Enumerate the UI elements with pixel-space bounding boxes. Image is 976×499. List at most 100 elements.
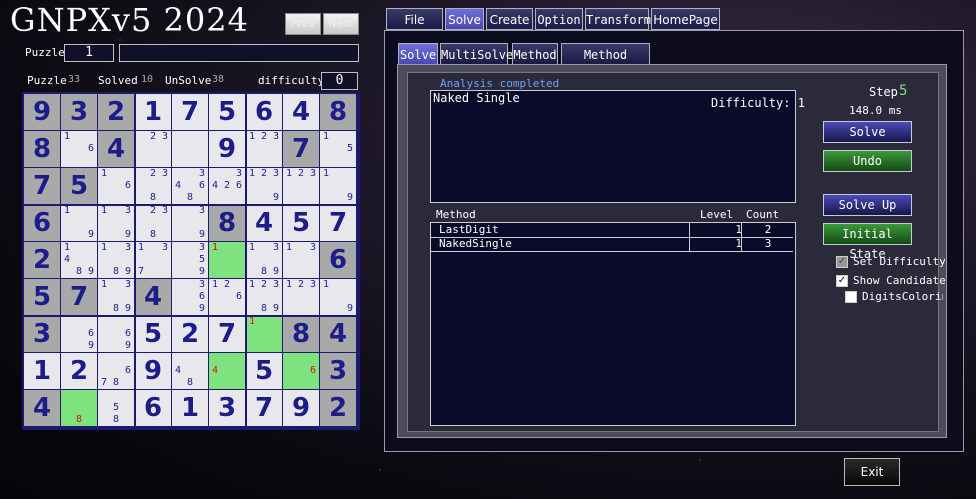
sudoku-cell[interactable]: 2 xyxy=(61,353,97,389)
sudoku-cell[interactable]: 9 xyxy=(24,94,60,130)
sudoku-cell[interactable]: 1 3 9 xyxy=(98,205,134,241)
sudoku-cell[interactable]: 1 3 89 xyxy=(98,242,134,278)
method-list[interactable] xyxy=(430,222,796,426)
sudoku-cell[interactable]: 1 3 89 xyxy=(98,279,134,315)
sudoku-cell[interactable]: 1 xyxy=(24,353,60,389)
list-row[interactable]: NakedSingle 1 3 xyxy=(431,237,793,252)
sudoku-cell[interactable]: 123 xyxy=(246,131,282,167)
sudoku-cell[interactable]: 7 xyxy=(61,279,97,315)
undo-button[interactable]: Undo xyxy=(823,150,912,172)
sudoku-cell[interactable]: 39 xyxy=(172,205,208,241)
digits-coloring-checkbox[interactable] xyxy=(845,291,857,303)
sudoku-cell[interactable]: 23 8 xyxy=(135,205,171,241)
sudoku-cell[interactable]: 1 3 89 xyxy=(246,242,282,278)
sudoku-cell[interactable]: 15 xyxy=(320,131,356,167)
sudoku-cell[interactable] xyxy=(172,131,208,167)
sudoku-cell[interactable]: 3 4 68 xyxy=(172,168,208,204)
sudoku-cell[interactable]: 5 xyxy=(24,279,60,315)
initial-state-button[interactable]: Initial State xyxy=(823,223,912,261)
exit-button[interactable]: Exit xyxy=(844,458,900,486)
sudoku-cell[interactable]: 19 xyxy=(320,279,356,315)
sudoku-cell[interactable]: 8 xyxy=(320,94,356,130)
sudoku-cell[interactable]: 2 xyxy=(98,94,134,130)
sudoku-cell[interactable]: 19 xyxy=(320,168,356,204)
sudoku-cell[interactable]: 3 xyxy=(209,390,245,426)
sudoku-cell[interactable]: 8 xyxy=(209,205,245,241)
next-button[interactable]: Next xyxy=(323,13,359,35)
tab-file[interactable]: File xyxy=(386,8,443,30)
sudoku-cell[interactable]: 5 xyxy=(61,168,97,204)
set-difficulty-checkbox[interactable]: ✓ xyxy=(836,256,848,268)
sudoku-cell[interactable]: 359 xyxy=(172,242,208,278)
sudoku-cell[interactable]: 4 xyxy=(246,205,282,241)
sudoku-cell[interactable]: 7 xyxy=(172,94,208,130)
sudoku-cell[interactable]: 786 xyxy=(98,353,134,389)
subtab-method[interactable]: Method xyxy=(512,43,558,65)
solve-up-button[interactable]: Solve Up xyxy=(823,194,912,216)
prev-button[interactable]: Prev xyxy=(285,13,321,35)
sudoku-cell[interactable]: 6 xyxy=(24,205,60,241)
subtab-multisolve[interactable]: MultiSolve xyxy=(440,43,513,65)
sudoku-cell[interactable]: 7 xyxy=(24,168,60,204)
sudoku-cell[interactable]: 8 xyxy=(61,390,97,426)
sudoku-cell[interactable]: 58 xyxy=(98,390,134,426)
show-candidate-checkbox[interactable]: ✓ xyxy=(836,275,848,287)
sudoku-cell[interactable]: 1489 xyxy=(61,242,97,278)
sudoku-cell[interactable]: 8 xyxy=(283,316,319,352)
sudoku-cell[interactable]: 3 xyxy=(61,94,97,130)
sudoku-cell[interactable]: 4 xyxy=(24,390,60,426)
sudoku-cell[interactable]: 4 xyxy=(283,94,319,130)
sudoku-grid[interactable]: 9321756488164239123715751623834683246123… xyxy=(22,92,360,430)
sudoku-cell[interactable]: 126 xyxy=(209,279,245,315)
sudoku-cell[interactable]: 7 xyxy=(283,131,319,167)
sudoku-cell[interactable]: 5 xyxy=(246,353,282,389)
sudoku-cell[interactable]: 4 xyxy=(209,353,245,389)
sudoku-cell[interactable]: 1 xyxy=(135,94,171,130)
sudoku-cell[interactable]: 5 xyxy=(135,316,171,352)
puzzle-number-input[interactable]: 1 xyxy=(64,44,114,62)
sudoku-cell[interactable]: 6 xyxy=(246,94,282,130)
sudoku-cell[interactable]: 2 xyxy=(172,316,208,352)
sudoku-cell[interactable]: 7 xyxy=(246,390,282,426)
sudoku-cell[interactable]: 4 xyxy=(135,279,171,315)
list-row[interactable]: LastDigit 1 2 xyxy=(431,223,793,238)
sudoku-cell[interactable]: 123 89 xyxy=(246,279,282,315)
subtab-method-option[interactable]: Method Option xyxy=(561,43,650,84)
sudoku-cell[interactable]: 4 xyxy=(98,131,134,167)
tab-solve[interactable]: Solve xyxy=(445,8,484,30)
sudoku-cell[interactable]: 5 xyxy=(283,205,319,241)
sudoku-cell[interactable]: 123 xyxy=(283,279,319,315)
difficulty-field[interactable]: 0 xyxy=(321,72,358,90)
sudoku-cell[interactable]: 9 xyxy=(135,353,171,389)
sudoku-cell[interactable]: 9 xyxy=(283,390,319,426)
solve-button[interactable]: Solve xyxy=(823,121,912,143)
sudoku-cell[interactable]: 7 xyxy=(320,205,356,241)
sudoku-cell[interactable]: 13 xyxy=(283,242,319,278)
sudoku-cell[interactable]: 3 xyxy=(320,353,356,389)
sudoku-cell[interactable]: 4 xyxy=(320,316,356,352)
tab-create[interactable]: Create xyxy=(486,8,533,30)
sudoku-cell[interactable]: 1 xyxy=(246,316,282,352)
sudoku-cell[interactable]: 6 xyxy=(320,242,356,278)
sudoku-cell[interactable]: 5 xyxy=(209,94,245,130)
sudoku-cell[interactable]: 48 xyxy=(172,353,208,389)
sudoku-cell[interactable]: 16 xyxy=(98,168,134,204)
sudoku-cell[interactable]: 1 xyxy=(209,242,245,278)
sudoku-cell[interactable]: 1 xyxy=(172,390,208,426)
sudoku-cell[interactable]: 123 xyxy=(283,168,319,204)
sudoku-cell[interactable]: 123 9 xyxy=(246,168,282,204)
sudoku-cell[interactable]: 23 xyxy=(135,131,171,167)
subtab-solve[interactable]: Solve xyxy=(398,43,438,65)
sudoku-cell[interactable]: 69 xyxy=(98,316,134,352)
sudoku-cell[interactable]: 369 xyxy=(172,279,208,315)
sudoku-cell[interactable]: 23 8 xyxy=(135,168,171,204)
sudoku-cell[interactable]: 8 xyxy=(24,131,60,167)
tab-homepage[interactable]: HomePage xyxy=(651,8,720,30)
sudoku-cell[interactable]: 6 xyxy=(283,353,319,389)
sudoku-cell[interactable]: 69 xyxy=(61,316,97,352)
sudoku-cell[interactable]: 324 6 xyxy=(209,168,245,204)
sudoku-cell[interactable]: 2 xyxy=(320,390,356,426)
tab-transform[interactable]: Transform xyxy=(585,8,651,30)
sudoku-cell[interactable]: 3 xyxy=(24,316,60,352)
puzzle-name-field[interactable] xyxy=(119,44,359,62)
